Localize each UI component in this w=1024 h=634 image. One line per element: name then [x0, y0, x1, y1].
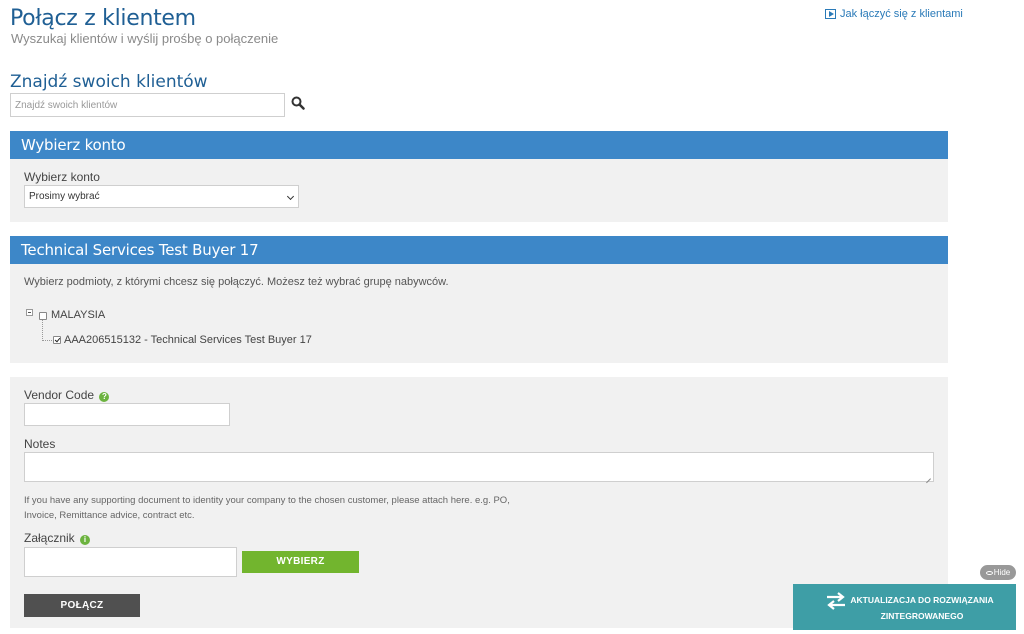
notes-label: Notes [24, 437, 56, 451]
buyer-panel-header: Technical Services Test Buyer 17 [10, 236, 948, 264]
tree-connector [42, 320, 52, 341]
choose-file-button[interactable]: WYBIERZ [242, 551, 359, 573]
attachment-label: Załącznik i [24, 531, 91, 545]
help-video-link[interactable]: Jak łączyć się z klientami [825, 8, 963, 20]
buyer-panel: Technical Services Test Buyer 17 Wybierz… [10, 236, 948, 363]
chevron-down-icon [286, 192, 295, 201]
entity-instructions: Wybierz podmioty, z którymi chcesz się p… [24, 276, 449, 288]
search-heading: Znajdź swoich klientów [10, 72, 208, 92]
malaysia-checkbox[interactable] [39, 312, 47, 320]
attachment-filename-field[interactable] [24, 547, 237, 577]
info-icon[interactable]: i [80, 535, 91, 545]
eye-off-icon [985, 571, 993, 575]
attachment-hint: If you have any supporting document to i… [24, 495, 510, 521]
account-select-label: Wybierz konto [24, 170, 100, 184]
account-panel-header: Wybierz konto [10, 131, 948, 159]
upgrade-banner-text: AKTUALIZACJA DO ROZWIĄZANIA ZINTEGROWANE… [850, 595, 994, 621]
vendor-code-label: Vendor Code ? [24, 388, 110, 402]
notes-textarea[interactable] [24, 452, 934, 482]
play-video-icon [825, 9, 836, 19]
search-icon[interactable] [291, 96, 305, 110]
hide-label: Hide [993, 568, 1011, 577]
hide-widget-button[interactable]: Hide [980, 565, 1016, 580]
resize-grip-icon[interactable] [925, 473, 931, 479]
connect-button[interactable]: POŁĄCZ [24, 594, 140, 617]
vendor-code-label-text: Vendor Code [24, 388, 95, 402]
buyer-entity-checkbox[interactable] [53, 336, 61, 344]
account-select-value: Prosimy wybrać [29, 191, 100, 202]
question-icon[interactable]: ? [99, 392, 110, 402]
tree-collapse-icon[interactable] [26, 309, 33, 316]
tree-node-malaysia: MALAYSIA [51, 309, 106, 321]
customer-search-input[interactable] [10, 93, 285, 117]
tree-node-buyer-entity: AAA206515132 - Technical Services Test B… [64, 334, 312, 346]
vendor-code-input[interactable] [24, 403, 230, 426]
account-select[interactable]: Prosimy wybrać [24, 185, 299, 208]
attachment-label-text: Załącznik [24, 531, 75, 545]
page-title: Połącz z klientem [10, 6, 196, 31]
upgrade-integration-banner[interactable]: AKTUALIZACJA DO ROZWIĄZANIA ZINTEGROWANE… [793, 584, 1016, 630]
page-subtitle: Wyszukaj klientów i wyślij prośbę o połą… [11, 31, 279, 46]
help-link-label: Jak łączyć się z klientami [840, 8, 963, 20]
account-panel: Wybierz konto Wybierz konto Prosimy wybr… [10, 131, 948, 222]
